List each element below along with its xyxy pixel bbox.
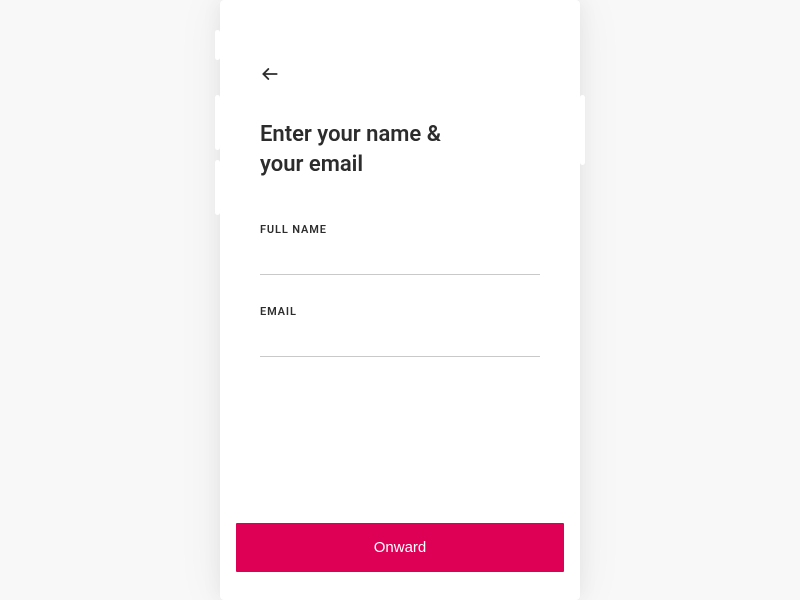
onward-button[interactable]: Onward: [236, 523, 564, 572]
full-name-field: FULL NAME: [260, 223, 540, 275]
screen: Enter your name & your email FULL NAME E…: [220, 0, 580, 523]
arrow-left-icon: [260, 64, 280, 84]
back-button[interactable]: [256, 60, 284, 88]
full-name-input[interactable]: [260, 244, 540, 275]
nav-bar: [260, 60, 540, 88]
email-input[interactable]: [260, 326, 540, 357]
full-name-label: FULL NAME: [260, 223, 540, 236]
email-field: EMAIL: [260, 305, 540, 357]
page-title: Enter your name & your email: [260, 120, 480, 179]
device-frame: Enter your name & your email FULL NAME E…: [220, 0, 580, 600]
email-label: EMAIL: [260, 305, 540, 318]
device-notch: [580, 95, 585, 165]
footer: Onward: [220, 523, 580, 600]
